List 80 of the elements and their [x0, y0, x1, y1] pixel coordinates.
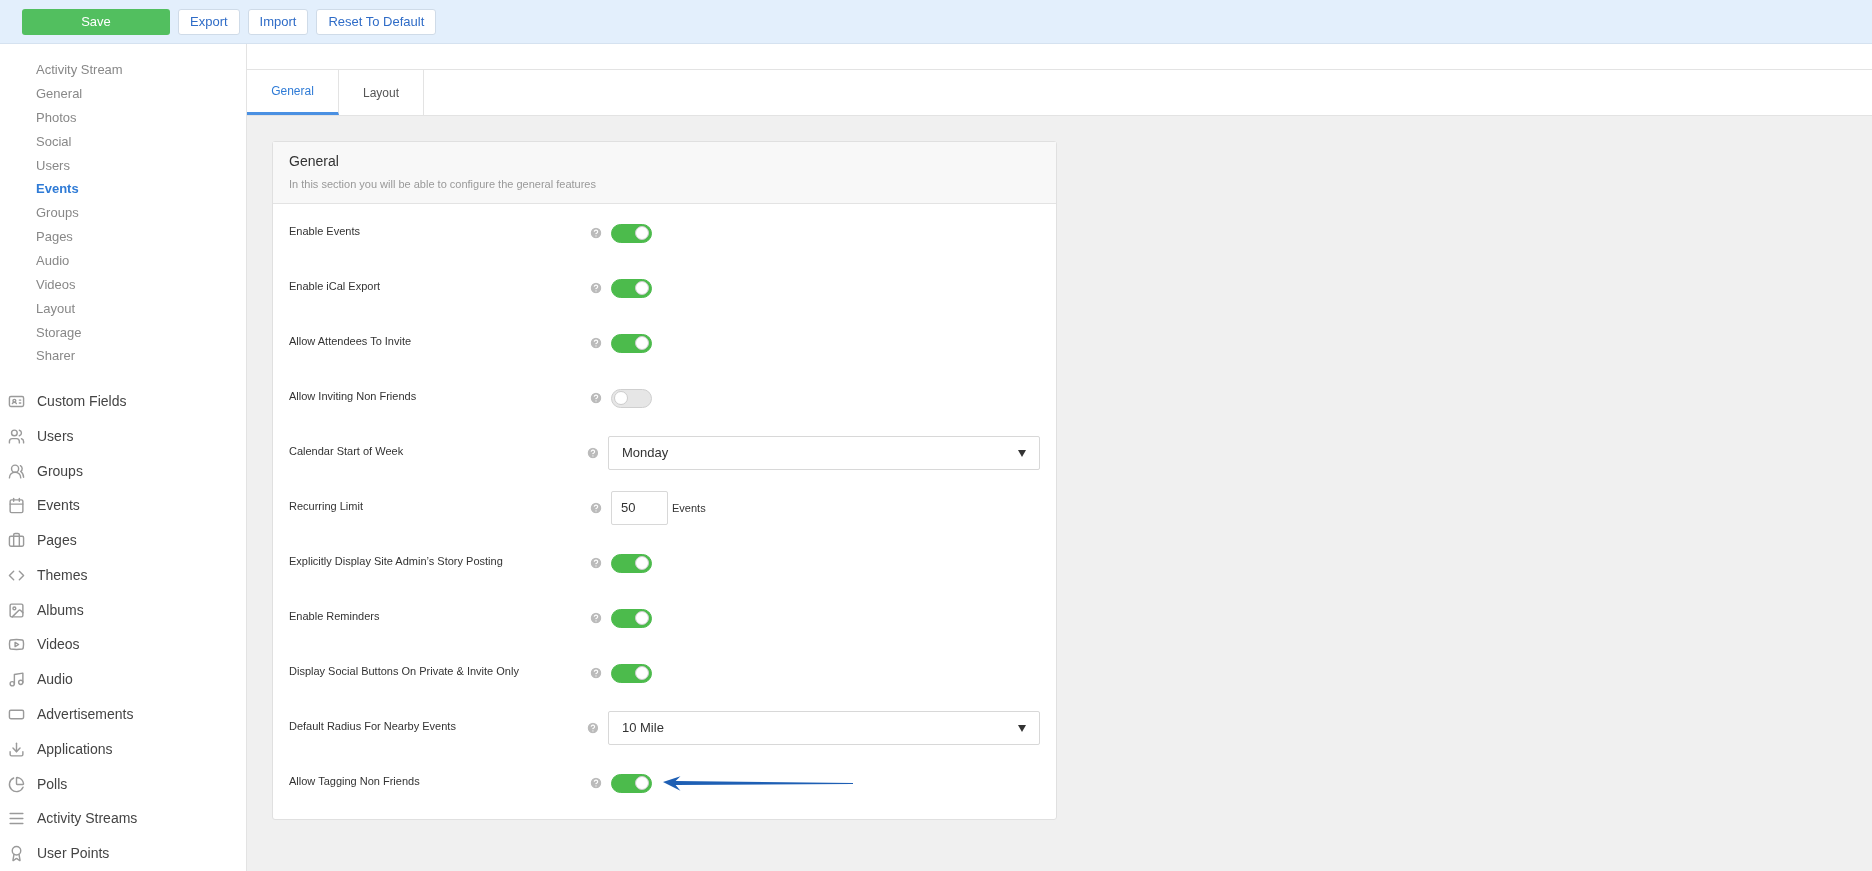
sidebar-menu-item[interactable]: Pages	[37, 530, 77, 552]
setting-label: Enable Reminders	[289, 608, 381, 624]
number-field[interactable]: 50	[611, 491, 668, 525]
toggle-switch[interactable]	[611, 333, 652, 353]
toolbar-button[interactable]: Import	[247, 8, 309, 35]
setting-label: Default Radius For Nearby Events	[289, 718, 457, 734]
toggle-switch[interactable]	[611, 223, 652, 243]
setting-label: Display Social Buttons On Private & Invite Only	[289, 663, 520, 679]
help-icon[interactable]	[586, 446, 600, 460]
setting-label: Allow Attendees To Invite	[289, 333, 413, 349]
sidebar-subitem[interactable]: Videos	[0, 272, 246, 297]
caret-icon	[1018, 724, 1026, 732]
help-icon[interactable]	[589, 666, 603, 680]
tab[interactable]: Layout	[339, 70, 424, 115]
help-icon[interactable]	[589, 776, 603, 790]
setting-label: Calendar Start of Week	[289, 443, 405, 459]
toggle-switch[interactable]	[611, 608, 652, 628]
toggle-switch[interactable]	[611, 773, 652, 793]
sidebar-menu-item[interactable]: Events	[37, 495, 80, 517]
sidebar-subitem[interactable]: Photos	[0, 105, 246, 130]
card-description: In this section you will be able to configure the general features	[289, 177, 597, 192]
setting-label: Allow Tagging Non Friends	[289, 773, 421, 789]
sidebar-menu-item[interactable]: Activity Streams	[37, 808, 138, 830]
setting-label: Explicitly Display Site Admin’s Story Posting	[289, 553, 504, 569]
sidebar-menu-item[interactable]: Videos	[37, 634, 80, 656]
sidebar-menu-item[interactable]: User Points	[37, 843, 110, 865]
setting-label: Enable iCal Export	[289, 278, 382, 294]
toolbar-button[interactable]: Reset To Default	[316, 8, 437, 35]
sidebar-subitem[interactable]: Storage	[0, 320, 246, 345]
sidebar-subitem[interactable]: Pages	[0, 225, 246, 249]
sidebar-subitem[interactable]: Events	[0, 177, 246, 202]
sidebar-subitem[interactable]: Users	[0, 153, 246, 178]
download-icon	[8, 740, 25, 758]
sidebar-subitem[interactable]: Activity Stream	[0, 58, 246, 82]
help-icon[interactable]	[589, 501, 603, 515]
select-value: 10 Mile	[621, 719, 664, 738]
help-icon[interactable]	[589, 336, 603, 350]
sidebar-subitem[interactable]: Audio	[0, 248, 246, 273]
tab[interactable]: General	[247, 70, 339, 115]
setting-label: Allow Inviting Non Friends	[289, 388, 418, 404]
toggle-switch[interactable]	[611, 663, 652, 683]
sidebar-menu-item[interactable]: Groups	[37, 460, 83, 482]
sidebar-menu-item[interactable]: Themes	[37, 564, 88, 586]
help-icon[interactable]	[586, 721, 600, 735]
sidebar-menu-item[interactable]: Polls	[37, 773, 68, 795]
sidebar-subitem[interactable]: Social	[0, 129, 246, 154]
toggle-switch[interactable]	[611, 278, 652, 298]
toggle-switch[interactable]	[611, 388, 652, 408]
setting-label: Recurring Limit	[289, 498, 364, 514]
sidebar-menu-item[interactable]: Albums	[37, 599, 84, 621]
dropdown-select[interactable]: Monday	[607, 436, 1040, 470]
sidebar-subitem[interactable]: Layout	[0, 296, 246, 321]
toolbar-button[interactable]: Export	[178, 8, 240, 35]
sidebar-menu-item[interactable]: Applications	[37, 738, 113, 760]
help-icon[interactable]	[589, 226, 603, 240]
caret-icon	[1018, 449, 1026, 457]
users-icon	[8, 427, 25, 445]
group-icon	[8, 462, 25, 480]
sidebar-subitem[interactable]: Sharer	[0, 344, 246, 369]
sidebar-menu-item[interactable]: Audio	[37, 669, 73, 691]
toggle-switch[interactable]	[611, 553, 652, 573]
help-icon[interactable]	[589, 556, 603, 570]
select-value: Monday	[621, 444, 669, 463]
help-icon[interactable]	[589, 391, 603, 405]
unit-label: Events	[672, 500, 706, 516]
briefcase-icon	[8, 532, 25, 550]
pie-chart-icon	[8, 775, 25, 793]
dropdown-select[interactable]: 10 Mile	[607, 711, 1040, 745]
image-icon	[8, 601, 25, 619]
music-note-icon	[8, 671, 25, 689]
sidebar-subitem[interactable]: General	[0, 81, 246, 106]
help-icon[interactable]	[589, 281, 603, 295]
card-title: General	[289, 152, 340, 171]
sidebar-menu-item[interactable]: Custom Fields	[37, 390, 127, 412]
setting-label: Enable Events	[289, 223, 361, 239]
help-icon[interactable]	[589, 611, 603, 625]
sidebar-menu-item[interactable]: Advertisements	[37, 704, 134, 725]
sidebar-menu-item[interactable]: Users	[37, 425, 74, 447]
calendar-icon	[8, 497, 25, 515]
sidebar-subitem[interactable]: Groups	[0, 201, 246, 225]
